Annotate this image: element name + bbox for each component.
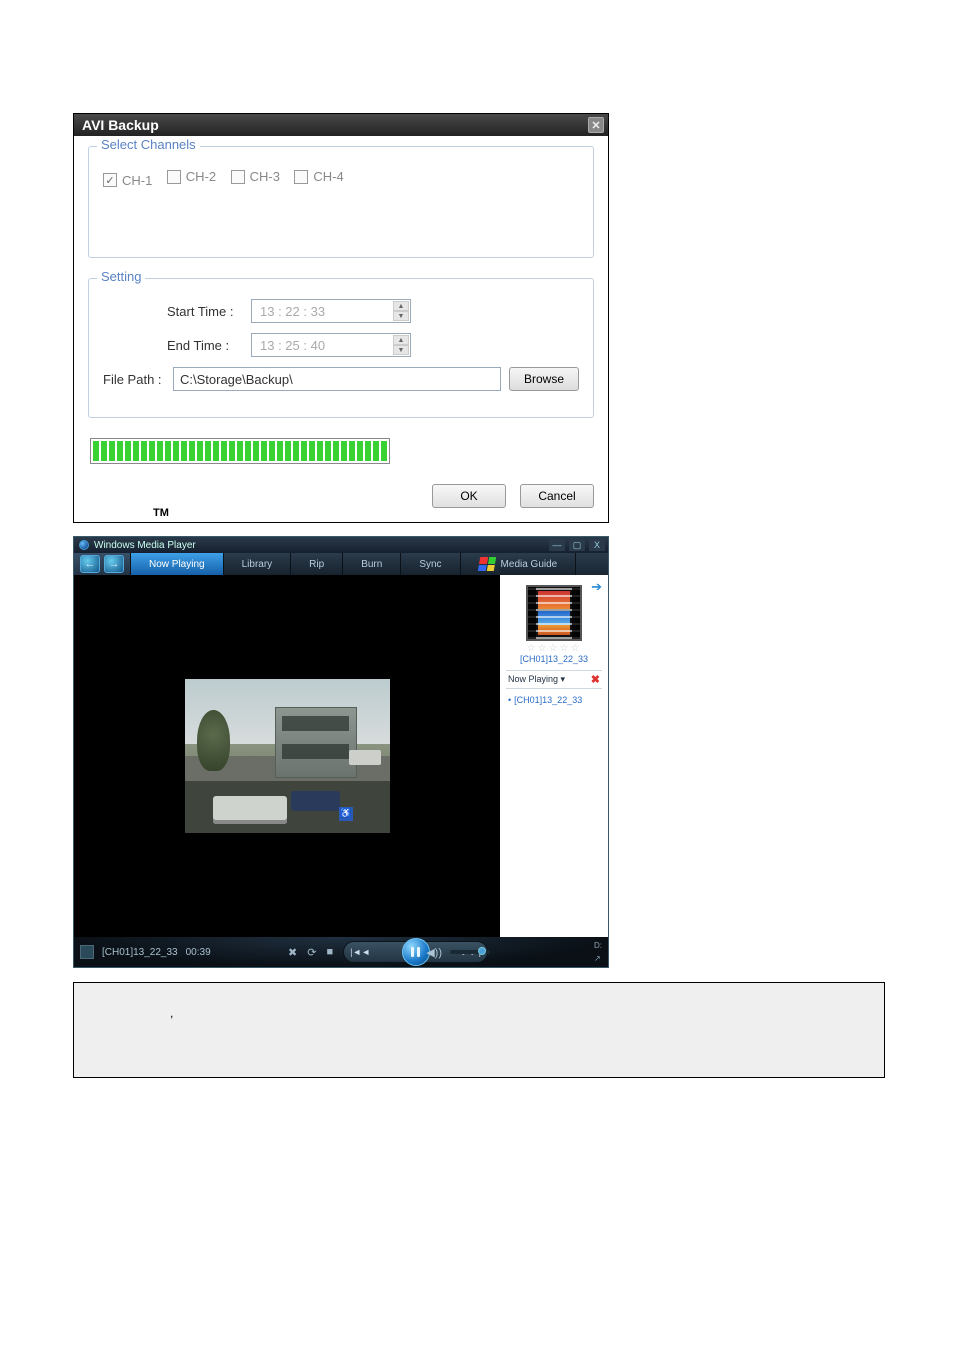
- minimize-button[interactable]: —: [549, 539, 565, 551]
- wmp-app-title: Windows Media Player: [94, 540, 196, 551]
- end-time-value: 13 : 25 : 40: [260, 338, 325, 353]
- end-time-label: End Time :: [103, 338, 251, 353]
- mute-button[interactable]: ◀)): [426, 946, 442, 959]
- stop-button[interactable]: ■: [326, 946, 333, 958]
- channel-label: CH-3: [250, 169, 280, 184]
- corner-top[interactable]: D:: [594, 941, 602, 950]
- browse-button[interactable]: Browse: [509, 367, 579, 391]
- spin-down-icon[interactable]: ▼: [393, 311, 409, 321]
- channel-ch1[interactable]: ✓ CH-1: [103, 173, 152, 188]
- channel-label: CH-1: [122, 173, 152, 188]
- visualization-icon[interactable]: [80, 945, 94, 959]
- maximize-button[interactable]: ▢: [569, 539, 585, 551]
- handicap-marker-icon: ♿: [339, 807, 353, 821]
- avi-titlebar: AVI Backup ✕: [74, 114, 608, 136]
- wmp-transport-bar: [CH01]13_22_33 00:39 ✖ ⟳ ■ |◄◄ ►►| ◀)): [74, 937, 608, 967]
- now-playing-sidebar: ➔ ☆☆☆☆☆ [CH01]13_22_33 Now Playing ▾ ✖ […: [500, 575, 608, 937]
- nav-forward-button[interactable]: →: [104, 555, 124, 573]
- setting-group: Setting Start Time : 13 : 22 : 33 ▲ ▼ En…: [88, 278, 594, 418]
- media-player-window: Windows Media Player — ▢ X ← → Now Playi…: [73, 536, 609, 968]
- end-time-input[interactable]: 13 : 25 : 40 ▲ ▼: [251, 333, 411, 357]
- checkbox-icon[interactable]: [294, 170, 308, 184]
- wmp-titlebar: Windows Media Player — ▢ X: [74, 537, 608, 553]
- channels-row: ✓ CH-1 CH-2 CH-3 CH-4: [103, 169, 579, 189]
- nav-back-button[interactable]: ←: [80, 555, 100, 573]
- start-time-input[interactable]: 13 : 22 : 33 ▲ ▼: [251, 299, 411, 323]
- checkbox-icon[interactable]: [167, 170, 181, 184]
- dialog-buttons: OK Cancel: [88, 484, 594, 508]
- current-file-label: [CH01]13_22_33: [102, 947, 178, 958]
- album-art-thumb[interactable]: [526, 585, 582, 641]
- tab-now-playing[interactable]: Now Playing: [131, 553, 224, 575]
- avi-backup-dialog: AVI Backup ✕ Select Channels ✓ CH-1 CH-2…: [73, 113, 609, 523]
- start-time-label: Start Time :: [103, 304, 251, 319]
- now-playing-header: Now Playing ▾ ✖: [506, 670, 602, 689]
- sidebar-expand-icon[interactable]: ➔: [591, 579, 602, 595]
- elapsed-time: 00:39: [186, 947, 211, 958]
- thumb-label: [CH01]13_22_33: [506, 654, 602, 664]
- tab-media-guide[interactable]: Media Guide: [461, 553, 577, 575]
- channel-label: CH-2: [186, 169, 216, 184]
- note-box: [73, 982, 885, 1078]
- playlist-item[interactable]: [CH01]13_22_33: [506, 693, 602, 707]
- shuffle-button[interactable]: ✖: [288, 946, 297, 959]
- tab-library[interactable]: Library: [224, 553, 292, 575]
- close-icon[interactable]: ✕: [588, 117, 604, 133]
- repeat-button[interactable]: ⟳: [307, 946, 316, 959]
- corner-resize-icon[interactable]: ↗: [594, 954, 602, 963]
- clear-playlist-icon[interactable]: ✖: [591, 673, 600, 686]
- setting-legend: Setting: [97, 269, 145, 284]
- now-playing-dropdown[interactable]: Now Playing ▾: [508, 674, 565, 685]
- wmp-stage: ♿ ➔ ☆☆☆☆☆ [CH01]13_22_33 Now Playing ▾ ✖…: [74, 575, 608, 937]
- select-channels-group: Select Channels ✓ CH-1 CH-2 CH-3 CH-4: [88, 146, 594, 258]
- channel-ch2[interactable]: CH-2: [167, 169, 216, 184]
- tab-rip[interactable]: Rip: [291, 553, 343, 575]
- rating-stars[interactable]: ☆☆☆☆☆: [506, 643, 602, 654]
- cancel-button[interactable]: Cancel: [520, 484, 594, 508]
- volume-area: ◀)): [426, 937, 490, 967]
- end-time-row: End Time : 13 : 25 : 40 ▲ ▼: [103, 333, 579, 357]
- video-canvas[interactable]: ♿: [74, 575, 500, 937]
- windows-flag-icon: [477, 557, 495, 571]
- wmp-toolbar: ← → Now Playing Library Rip Burn Sync Me…: [74, 553, 608, 575]
- tm-mark: TM: [153, 507, 169, 519]
- ok-button[interactable]: OK: [432, 484, 506, 508]
- wmp-app-icon: [79, 540, 89, 550]
- start-time-row: Start Time : 13 : 22 : 33 ▲ ▼: [103, 299, 579, 323]
- spin-down-icon[interactable]: ▼: [393, 345, 409, 355]
- wmp-corner-controls: D: ↗: [594, 941, 602, 963]
- wmp-tabs: Now Playing Library Rip Burn Sync Media …: [130, 553, 608, 575]
- file-path-label: File Path :: [103, 372, 173, 387]
- backup-progress-bar: [90, 438, 390, 464]
- chevron-down-icon: ▾: [561, 674, 566, 684]
- video-frame: ♿: [185, 679, 390, 833]
- channel-label: CH-4: [313, 169, 343, 184]
- start-time-value: 13 : 22 : 33: [260, 304, 325, 319]
- nav-buttons: ← →: [74, 553, 130, 575]
- tab-burn[interactable]: Burn: [343, 553, 401, 575]
- now-playing-info: [CH01]13_22_33 00:39: [80, 945, 211, 959]
- volume-slider[interactable]: [450, 950, 490, 954]
- pause-icon: [411, 947, 420, 957]
- select-channels-legend: Select Channels: [97, 137, 200, 152]
- checkbox-icon[interactable]: ✓: [103, 173, 117, 187]
- tab-media-guide-label: Media Guide: [501, 559, 558, 570]
- file-path-input[interactable]: [173, 367, 501, 391]
- spin-up-icon[interactable]: ▲: [393, 301, 409, 311]
- avi-body: Select Channels ✓ CH-1 CH-2 CH-3 CH-4: [74, 136, 608, 522]
- channel-ch3[interactable]: CH-3: [231, 169, 280, 184]
- tab-sync[interactable]: Sync: [401, 553, 460, 575]
- progress-fill: [93, 441, 387, 461]
- spin-up-icon[interactable]: ▲: [393, 335, 409, 345]
- volume-knob[interactable]: [478, 947, 486, 955]
- channel-ch4[interactable]: CH-4: [294, 169, 343, 184]
- stray-comma: ,: [170, 1006, 173, 1020]
- previous-button[interactable]: |◄◄: [350, 947, 370, 957]
- checkbox-icon[interactable]: [231, 170, 245, 184]
- file-path-row: File Path : Browse: [103, 367, 579, 391]
- window-close-button[interactable]: X: [589, 539, 605, 551]
- avi-title: AVI Backup: [82, 117, 159, 133]
